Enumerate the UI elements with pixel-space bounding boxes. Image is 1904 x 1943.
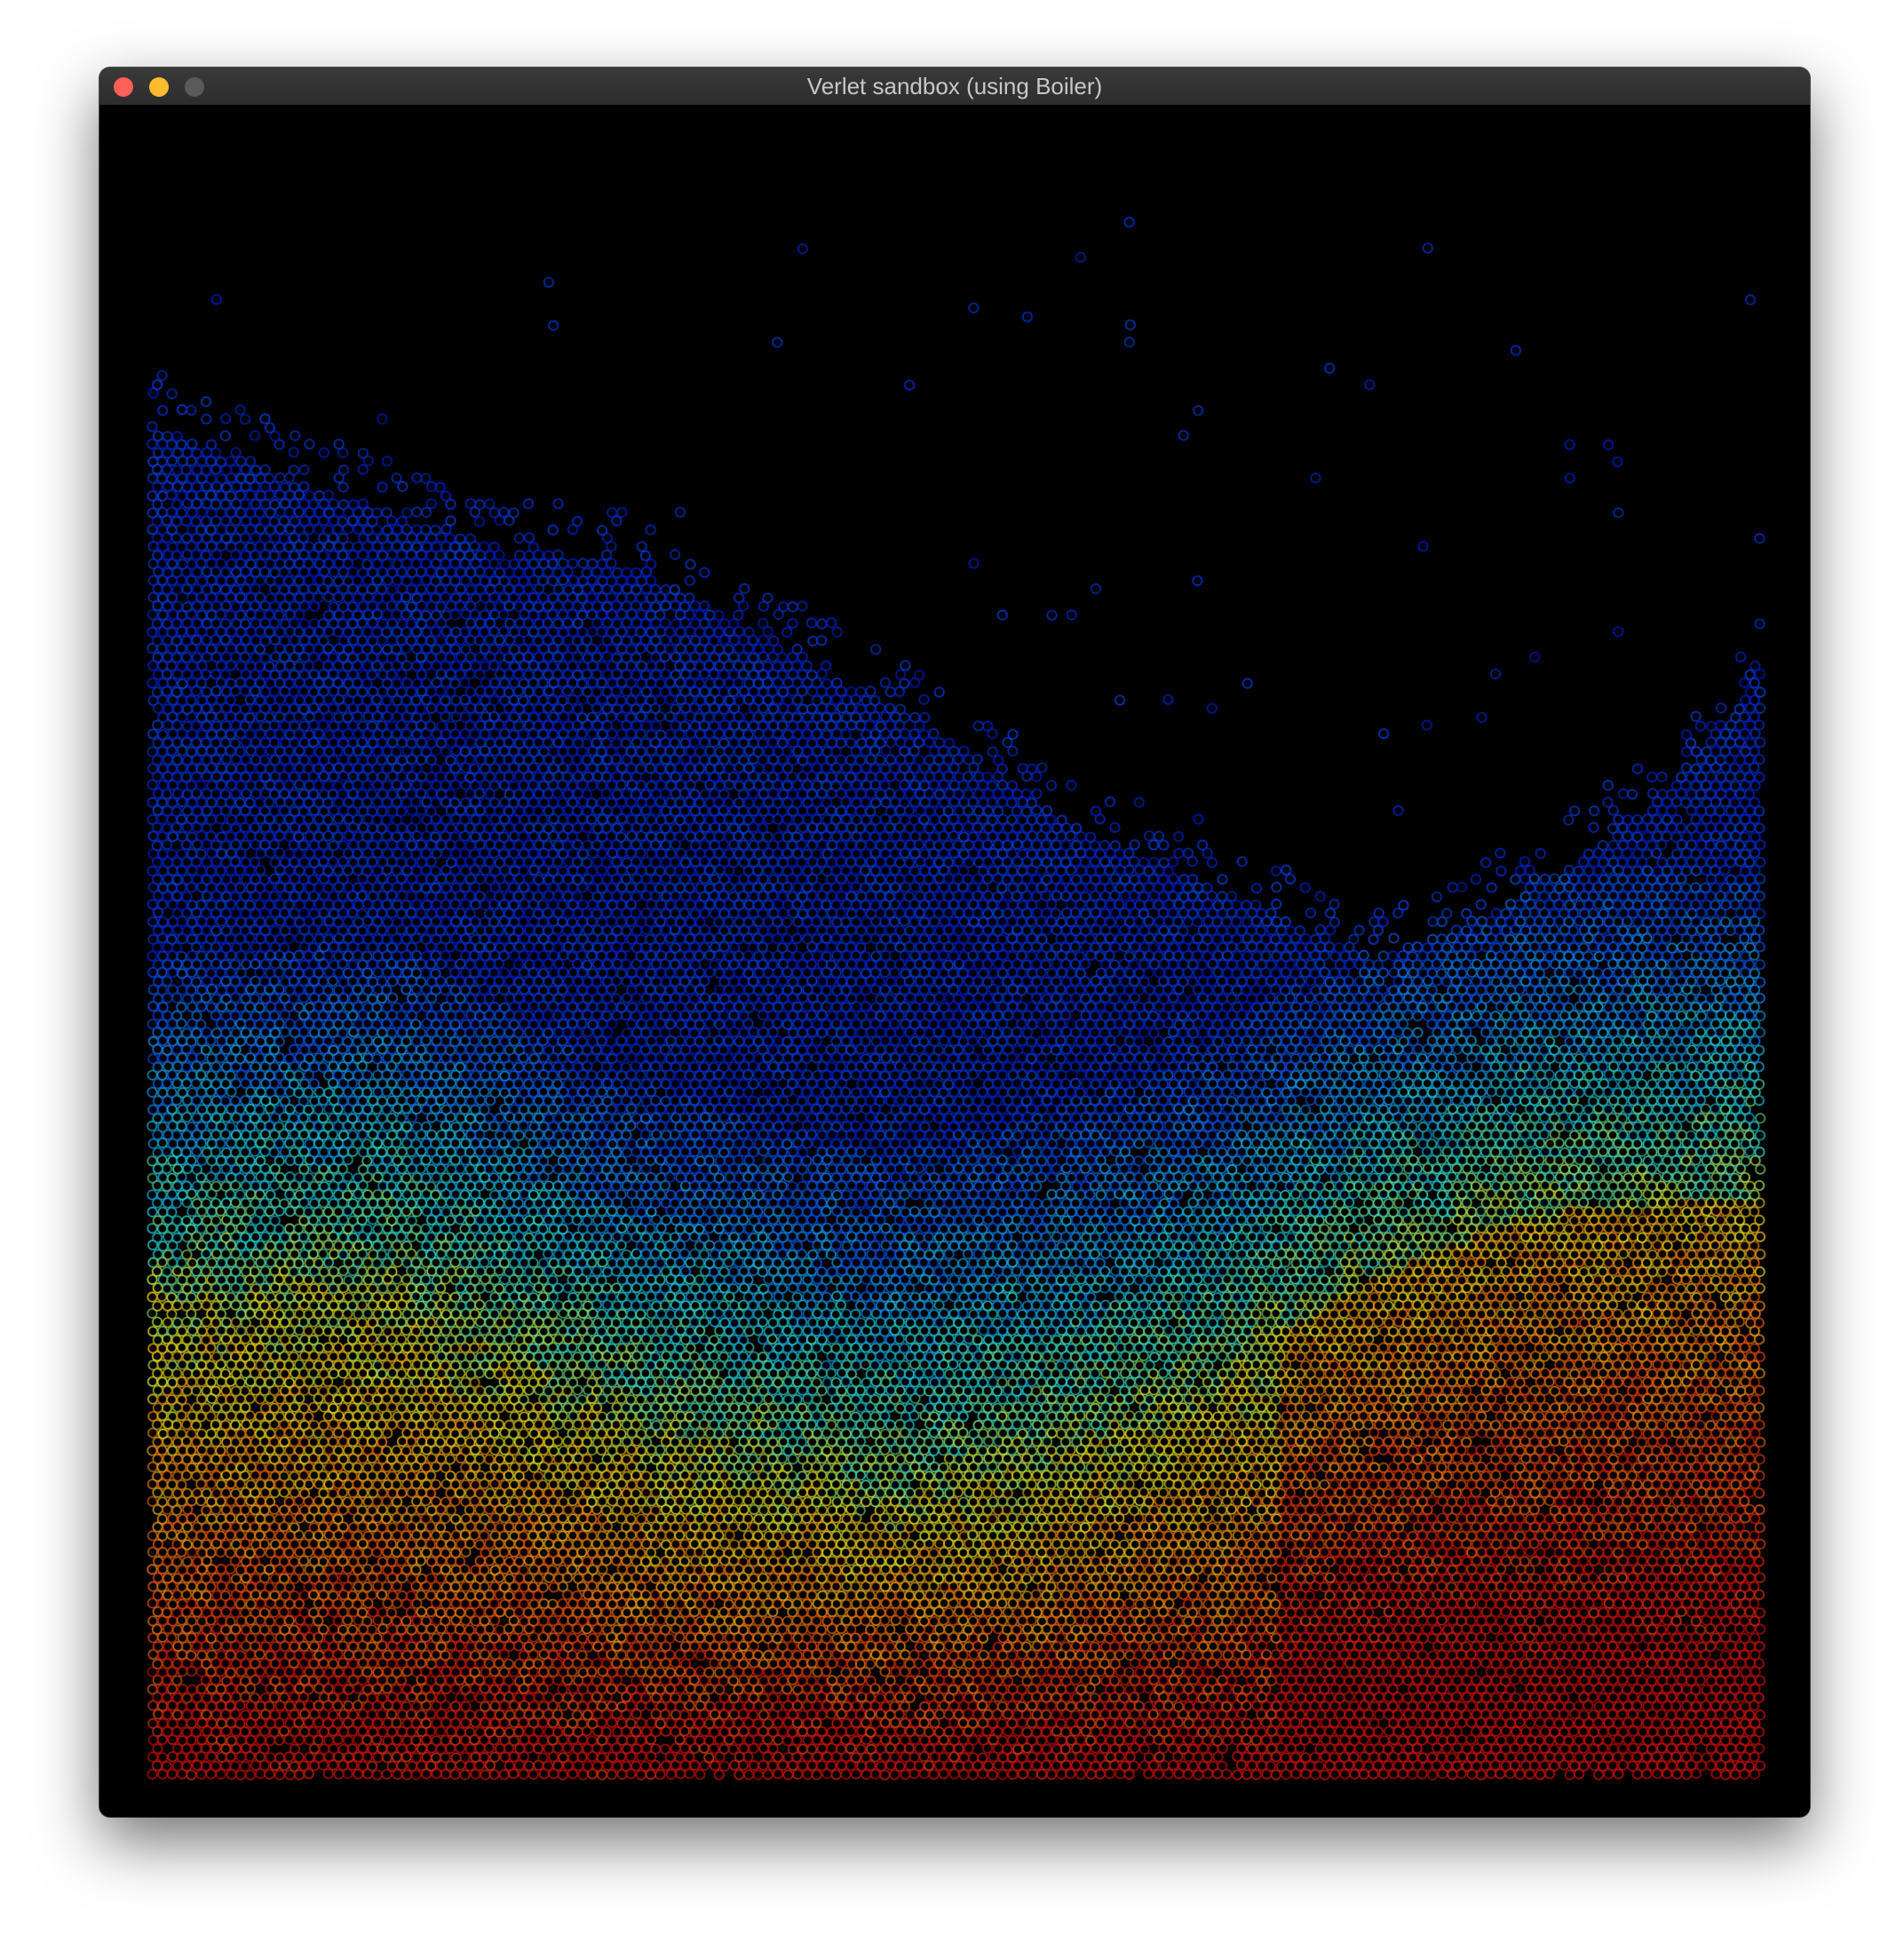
particle-simulation-canvas[interactable] [99, 105, 1810, 1817]
simulation-viewport[interactable] [99, 105, 1810, 1817]
app-window: Verlet sandbox (using Boiler) [99, 67, 1810, 1817]
window-title: Verlet sandbox (using Boiler) [806, 73, 1103, 99]
title-bar[interactable]: Verlet sandbox (using Boiler) [99, 67, 1810, 106]
